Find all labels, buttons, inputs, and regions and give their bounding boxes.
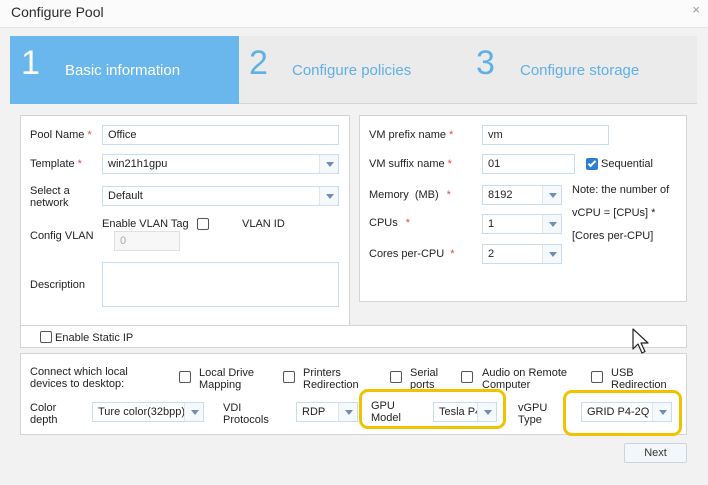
- vcpu-note-line-1: Note: the number of: [572, 184, 670, 196]
- sequential-checkbox[interactable]: [586, 158, 598, 170]
- vgpu-type-highlight: [563, 390, 682, 436]
- static-ip-checkbox[interactable]: [40, 331, 52, 343]
- memory-label: Memory (MB) *: [369, 189, 451, 201]
- local-drive-checkbox[interactable]: [179, 371, 191, 383]
- network-select[interactable]: Default: [102, 186, 339, 206]
- next-button[interactable]: Next: [624, 443, 687, 463]
- serial-ports-checkbox[interactable]: [390, 371, 402, 383]
- mouse-cursor-icon: [632, 328, 649, 354]
- cores-label: Cores per-CPU *: [369, 248, 455, 260]
- pool-name-label: Pool Name *: [30, 129, 92, 141]
- gpu-model-highlight: [359, 389, 506, 429]
- chevron-down-icon: [542, 186, 561, 204]
- step-label: Basic information: [65, 62, 181, 79]
- memory-select[interactable]: 8192: [482, 185, 562, 205]
- pool-name-input[interactable]: Office: [102, 125, 339, 145]
- vm-prefix-input[interactable]: vm: [482, 125, 609, 145]
- vm-suffix-input[interactable]: 01: [482, 154, 575, 174]
- printers-checkbox[interactable]: [283, 371, 295, 383]
- vm-config-panel: VM prefix name * vm VM suffix name * 01 Se…: [359, 115, 687, 302]
- connect-devices-label: Connect which local devices to desktop:: [30, 366, 128, 390]
- audio-label: Audio on Remote Computer: [482, 367, 567, 391]
- cores-select[interactable]: 2: [482, 244, 562, 264]
- template-select[interactable]: win21h1gpu: [102, 154, 339, 174]
- step-number: 2: [249, 44, 268, 82]
- step-number: 1: [21, 44, 40, 82]
- title-bar: Configure Pool ×: [0, 0, 708, 28]
- vlan-id-input[interactable]: 0: [114, 231, 180, 251]
- cpus-select[interactable]: 1: [482, 214, 562, 234]
- chevron-down-icon: [319, 155, 338, 173]
- step-configure-storage[interactable]: 3 Configure storage: [468, 36, 697, 104]
- sequential-label: Sequential: [601, 158, 653, 170]
- static-ip-panel: Enable Static IP: [20, 325, 687, 348]
- vdi-protocols-label: VDI Protocols: [223, 402, 269, 426]
- wizard-steps: 1 Basic information 2 Configure policies…: [10, 36, 697, 104]
- step-number: 3: [476, 44, 495, 82]
- usb-redirection-label: USB Redirection: [611, 367, 667, 391]
- chevron-down-icon: [542, 215, 561, 233]
- network-label: Select a network: [30, 185, 70, 209]
- enable-vlan-checkbox[interactable]: [197, 218, 209, 230]
- step-label: Configure storage: [520, 62, 640, 79]
- vcpu-note-line-2: vCPU = [CPUs] *: [572, 207, 656, 219]
- audio-checkbox[interactable]: [461, 371, 473, 383]
- vm-prefix-label: VM prefix name *: [369, 129, 454, 141]
- vdi-protocols-select[interactable]: RDP: [296, 402, 358, 422]
- step-label: Configure policies: [292, 62, 412, 79]
- vgpu-type-label: vGPU Type: [518, 402, 548, 426]
- close-icon[interactable]: ×: [692, 2, 700, 17]
- color-depth-select[interactable]: Ture color(32bpp): [92, 402, 204, 422]
- static-ip-label: Enable Static IP: [55, 332, 134, 344]
- step-basic-information[interactable]: 1 Basic information: [10, 36, 239, 104]
- color-depth-label: Color depth: [30, 402, 58, 426]
- window-title: Configure Pool: [11, 4, 104, 20]
- chevron-down-icon: [184, 403, 203, 421]
- chevron-down-icon: [319, 187, 338, 205]
- usb-redirection-checkbox[interactable]: [591, 371, 603, 383]
- template-label: Template *: [30, 158, 82, 170]
- description-label: Description: [30, 279, 86, 291]
- enable-vlan-label: Enable VLAN Tag: [102, 218, 189, 230]
- config-vlan-label: Config VLAN: [30, 230, 94, 242]
- vm-suffix-label: VM suffix name *: [369, 158, 452, 170]
- step-configure-policies[interactable]: 2 Configure policies: [239, 36, 468, 104]
- chevron-down-icon: [542, 245, 561, 263]
- vcpu-note-line-3: [Cores per-CPU]: [572, 230, 654, 242]
- printers-label: Printers Redirection: [303, 367, 359, 391]
- basic-info-panel: Pool Name * Office Template * win21h1gpu S…: [20, 115, 350, 342]
- vlan-id-label: VLAN ID: [242, 218, 285, 230]
- dialog-body: 1 Basic information 2 Configure policies…: [0, 28, 708, 485]
- serial-ports-label: Serial ports: [410, 367, 439, 391]
- description-textarea[interactable]: [102, 262, 339, 307]
- local-drive-label: Local Drive Mapping: [199, 367, 255, 391]
- cpus-label: CPUs *: [369, 217, 411, 229]
- chevron-down-icon: [338, 403, 357, 421]
